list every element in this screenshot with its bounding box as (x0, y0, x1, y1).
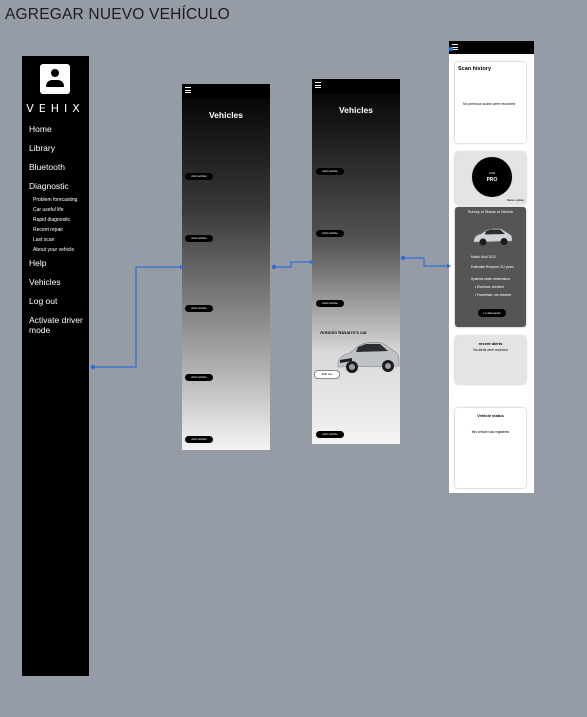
flow-connectors (90, 46, 454, 370)
